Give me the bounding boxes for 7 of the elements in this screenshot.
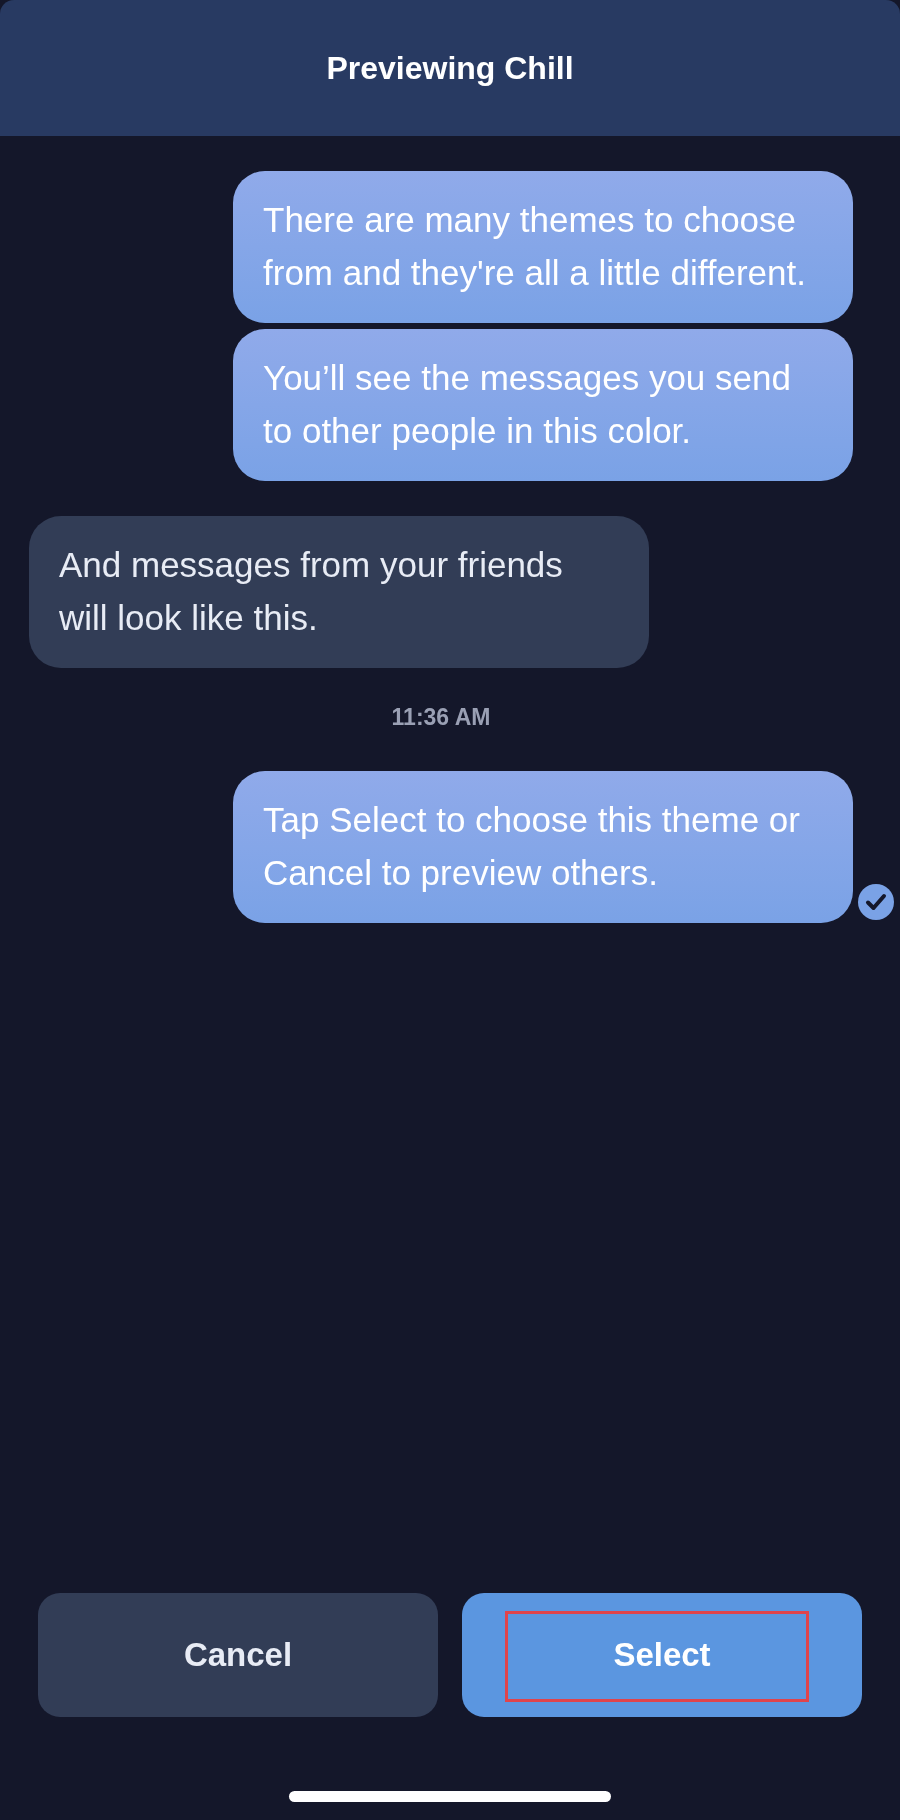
sent-message-bubble: Tap Select to choose this theme or Cancel to preview others.: [233, 771, 853, 923]
sent-message-bubble: You’ll see the messages you send to other people in this color.: [233, 329, 853, 481]
cancel-button[interactable]: Cancel: [38, 1593, 438, 1717]
header-title: Previewing Chill: [326, 49, 574, 87]
received-message-bubble: And messages from your friends will look like this.: [29, 516, 649, 668]
timestamp: 11:36 AM: [391, 704, 491, 731]
sent-message-bubble: There are many themes to choose from and they're all a little different.: [233, 171, 853, 323]
